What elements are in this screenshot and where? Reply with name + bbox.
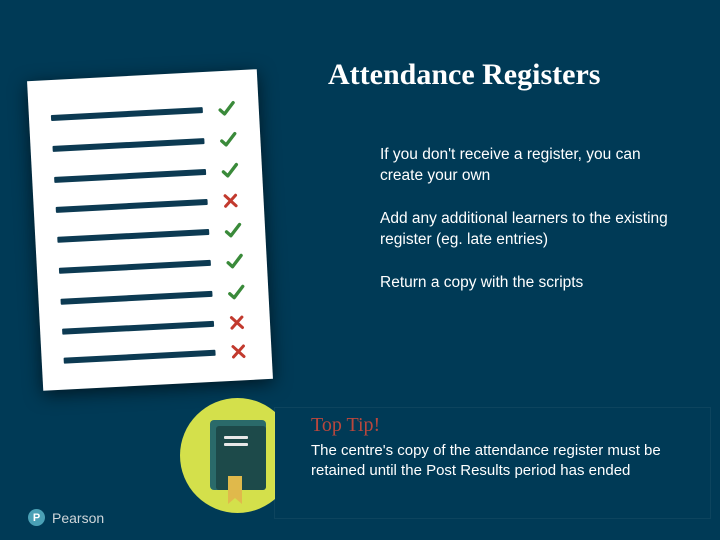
check-icon — [223, 220, 246, 241]
brand-badge-icon: P — [28, 509, 45, 526]
top-tip-body: The centre's copy of the attendance regi… — [311, 441, 696, 480]
brand-name: Pearson — [52, 510, 104, 526]
register-line — [60, 291, 212, 305]
top-tip-box: Top Tip! The centre's copy of the attend… — [275, 408, 710, 518]
check-icon — [226, 282, 249, 303]
register-row — [52, 129, 241, 159]
register-row — [54, 160, 243, 190]
register-sheet-graphic — [27, 69, 273, 391]
register-row — [60, 282, 249, 312]
bullet-item: If you don't receive a register, you can… — [380, 145, 670, 187]
register-line — [54, 169, 206, 183]
page-title: Attendance Registers — [328, 58, 600, 92]
register-row — [63, 342, 252, 370]
brand-logo: P Pearson — [28, 509, 104, 526]
register-line — [62, 321, 214, 335]
check-icon — [216, 98, 239, 119]
bullet-item: Return a copy with the scripts — [380, 273, 670, 294]
cross-icon — [228, 313, 251, 332]
register-row — [55, 191, 244, 219]
top-tip-title: Top Tip! — [311, 414, 696, 437]
check-icon — [218, 129, 241, 150]
bullet-item: Add any additional learners to the exist… — [380, 209, 670, 251]
register-line — [59, 260, 211, 274]
register-row — [50, 98, 239, 128]
register-line — [51, 107, 203, 121]
register-row — [57, 220, 246, 250]
check-icon — [224, 251, 247, 272]
register-row — [62, 313, 251, 341]
register-line — [56, 199, 208, 213]
bullet-list: If you don't receive a register, you can… — [380, 145, 670, 316]
register-line — [57, 229, 209, 243]
register-line — [64, 350, 216, 364]
check-icon — [219, 160, 242, 181]
cross-icon — [229, 342, 252, 361]
register-row — [58, 251, 247, 281]
register-line — [52, 138, 204, 152]
cross-icon — [221, 191, 244, 210]
